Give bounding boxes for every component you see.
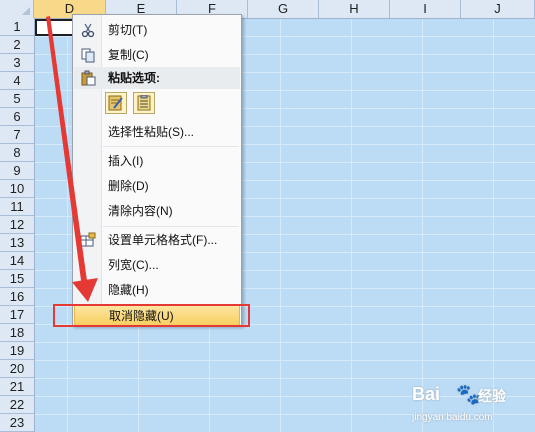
row-header-18[interactable]: 18 xyxy=(0,324,34,342)
paste-format-button[interactable] xyxy=(105,92,127,114)
menu-section-paste-options: 粘贴选项: xyxy=(74,67,240,89)
menu-separator xyxy=(103,226,239,227)
column-header-i[interactable]: I xyxy=(390,0,461,18)
row-header-23[interactable]: 23 xyxy=(0,414,34,432)
row-header-15[interactable]: 15 xyxy=(0,270,34,288)
row-header-17[interactable]: 17 xyxy=(0,306,34,324)
row-header-7[interactable]: 7 xyxy=(0,126,34,144)
menu-item-delete[interactable]: 删除(D) xyxy=(74,175,240,197)
row-header-20[interactable]: 20 xyxy=(0,360,34,378)
column-header-g[interactable]: G xyxy=(248,0,319,18)
menu-item-insert[interactable]: 插入(I) xyxy=(74,150,240,172)
menu-item-label: 删除(D) xyxy=(108,179,149,193)
row-header-4[interactable]: 4 xyxy=(0,72,34,90)
menu-item-label: 选择性粘贴(S)... xyxy=(108,125,194,139)
row-header-2[interactable]: 2 xyxy=(0,36,34,54)
clipboard-icon xyxy=(80,70,96,86)
row-header-14[interactable]: 14 xyxy=(0,252,34,270)
menu-item-format-cells[interactable]: 设置单元格格式(F)... xyxy=(74,229,240,251)
baidu-logo-text: Bai xyxy=(412,384,441,404)
baidu-jingyan-watermark: Bai 🐾 经验 jingyan.baidu.com xyxy=(408,384,532,430)
menu-item-cut[interactable]: 剪切(T) xyxy=(74,19,240,41)
column-header-h[interactable]: H xyxy=(319,0,390,18)
row-header-3[interactable]: 3 xyxy=(0,54,34,72)
row-header-6[interactable]: 6 xyxy=(0,108,34,126)
menu-item-column-width[interactable]: 列宽(C)... xyxy=(74,254,240,276)
row-header-13[interactable]: 13 xyxy=(0,234,34,252)
paste-values-button[interactable] xyxy=(133,92,155,114)
row-header-21[interactable]: 21 xyxy=(0,378,34,396)
menu-item-paste-special[interactable]: 选择性粘贴(S)... xyxy=(74,121,240,143)
column-header-j[interactable]: J xyxy=(461,0,535,18)
copy-icon xyxy=(80,47,96,63)
context-menu: 剪切(T) 复制(C) 粘贴选项: 选择性粘贴(S)... 插入(I) 删除(D… xyxy=(72,14,242,326)
menu-item-hide[interactable]: 隐藏(H) xyxy=(74,279,240,301)
jingyan-text: 经验 xyxy=(478,388,506,404)
menu-item-label: 复制(C) xyxy=(108,48,149,62)
watermark-url: jingyan.baidu.com xyxy=(412,412,493,423)
paste-values-icon xyxy=(137,95,151,111)
row-header-8[interactable]: 8 xyxy=(0,144,34,162)
row-header-16[interactable]: 16 xyxy=(0,288,34,306)
scissors-icon xyxy=(80,22,96,38)
row-header-1[interactable]: 1 xyxy=(0,18,34,36)
menu-item-label: 隐藏(H) xyxy=(108,283,149,297)
menu-section-label: 粘贴选项: xyxy=(108,71,160,85)
menu-item-copy[interactable]: 复制(C) xyxy=(74,44,240,66)
menu-item-label: 清除内容(N) xyxy=(108,204,173,218)
format-cells-icon xyxy=(80,232,96,248)
row-header-5[interactable]: 5 xyxy=(0,90,34,108)
row-header-10[interactable]: 10 xyxy=(0,180,34,198)
menu-item-label: 设置单元格格式(F)... xyxy=(108,233,218,247)
highlight-annotation-box xyxy=(53,304,250,327)
row-header-22[interactable]: 22 xyxy=(0,396,34,414)
row-header-11[interactable]: 11 xyxy=(0,198,34,216)
menu-item-label: 剪切(T) xyxy=(108,23,148,37)
row-header-9[interactable]: 9 xyxy=(0,162,34,180)
select-all-corner[interactable] xyxy=(0,0,34,18)
menu-separator xyxy=(103,146,239,147)
row-header-19[interactable]: 19 xyxy=(0,342,34,360)
row-header-12[interactable]: 12 xyxy=(0,216,34,234)
row-header-column: 1 2 3 4 5 6 7 8 9 10 11 12 13 14 15 16 17 18 19 20 21 22 23 xyxy=(0,18,35,432)
paste-format-icon xyxy=(108,95,123,111)
menu-item-label: 插入(I) xyxy=(108,154,144,168)
menu-item-label: 列宽(C)... xyxy=(108,258,159,272)
menu-item-clear-contents[interactable]: 清除内容(N) xyxy=(74,200,240,222)
